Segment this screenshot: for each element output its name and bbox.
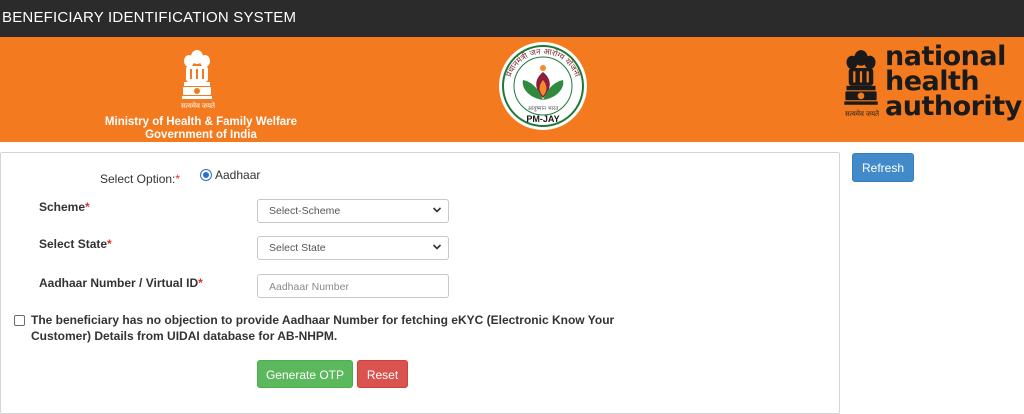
state-emblem-icon	[182, 50, 212, 99]
state-label: Select State*	[39, 237, 112, 251]
nha-motto: सत्यमेव जयते	[844, 111, 880, 118]
state-select-value: Select State	[269, 242, 326, 254]
required-mark: *	[198, 276, 203, 290]
government-name: Government of India	[145, 129, 257, 141]
pmjay-subtext: आयुष्मान भारत	[528, 106, 560, 112]
aadhaar-number-input[interactable]: Aadhaar Number	[257, 274, 449, 298]
required-mark: *	[107, 237, 112, 251]
nha-wordmark: national health authority	[885, 43, 1022, 122]
beneficiary-form: Select Option:* Aadhaar Scheme* Select-S…	[0, 152, 840, 414]
aadhaar-radio[interactable]	[200, 169, 212, 181]
state-select[interactable]: Select State	[257, 236, 449, 260]
nha-logo: सत्यमेव जयते national health authority	[838, 43, 1022, 136]
select-option-label: Select Option:*	[100, 172, 180, 186]
pmjay-badge: PM-JAY	[526, 114, 559, 124]
scheme-label: Scheme*	[39, 200, 90, 214]
aadhaar-radio-label: Aadhaar	[215, 168, 261, 182]
app-title: BENEFICIARY IDENTIFICATION SYSTEM	[2, 9, 297, 26]
scheme-select[interactable]: Select-Scheme	[257, 199, 449, 223]
chevron-down-icon	[432, 244, 442, 250]
state-label-text: Select State	[39, 237, 108, 251]
scheme-select-value: Select-Scheme	[269, 205, 341, 217]
ministry-name: Ministry of Health & Family Welfare	[104, 116, 298, 128]
refresh-button[interactable]: Refresh	[852, 153, 914, 182]
aadhaar-label-text: Aadhaar Number / Virtual ID	[39, 276, 199, 290]
generate-otp-button[interactable]: Generate OTP	[257, 360, 353, 388]
nha-word-3: authority	[885, 91, 1022, 122]
required-mark: *	[175, 172, 181, 186]
ministry-logo: सत्यमेव जयते Ministry of Health & Family…	[96, 45, 306, 141]
aadhaar-number-label: Aadhaar Number / Virtual ID*	[39, 276, 203, 290]
state-emblem-icon	[844, 50, 878, 105]
scheme-label-text: Scheme	[39, 200, 86, 214]
reset-button[interactable]: Reset	[357, 360, 408, 388]
pmjay-logo-icon: प्रधानमंत्री जन आरोग्य योजना आयुष्मान भा…	[499, 42, 587, 130]
header-banner: सत्यमेव जयते Ministry of Health & Family…	[0, 37, 1024, 142]
consent-checkbox[interactable]	[14, 315, 25, 326]
select-option-text: Select Option:	[100, 172, 176, 186]
app-header: BENEFICIARY IDENTIFICATION SYSTEM	[0, 0, 1024, 37]
required-mark: *	[85, 200, 90, 214]
consent-text: The beneficiary has no objection to prov…	[31, 313, 615, 343]
emblem-motto: सत्यमेव जयते	[180, 103, 216, 110]
chevron-down-icon	[432, 207, 442, 213]
